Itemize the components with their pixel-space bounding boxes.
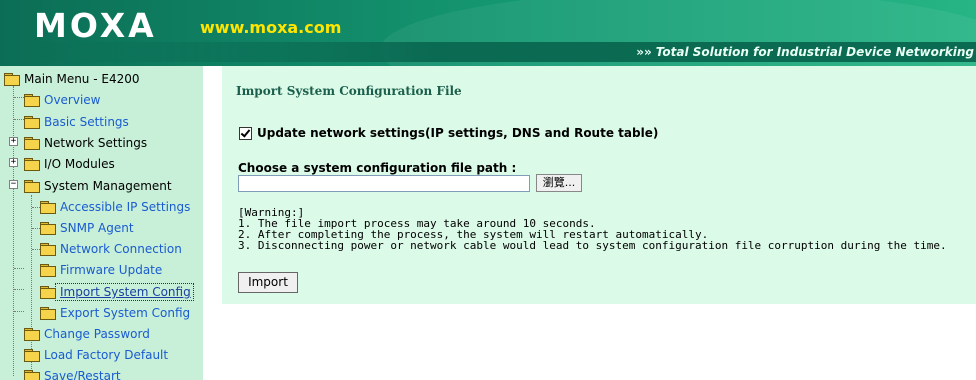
- menu-tree: Main Menu - E4200 Overview Basic Setting…: [0, 66, 203, 380]
- folder-icon: [40, 306, 56, 320]
- folder-icon: [24, 369, 40, 380]
- file-path-input[interactable]: [238, 175, 530, 192]
- browse-button[interactable]: 瀏覽...: [536, 174, 582, 192]
- site-url[interactable]: www.moxa.com: [200, 18, 341, 38]
- tagline-text: Total Solution for Industrial Device Net…: [655, 45, 974, 59]
- sidebar-item-label: Network Settings: [44, 136, 148, 150]
- sidebar-item-label: Change Password: [44, 327, 150, 341]
- expand-plus-icon[interactable]: +: [9, 158, 18, 167]
- sidebar-item-import-system-config[interactable]: Import System Config: [40, 282, 194, 302]
- page-title: Import System Configuration File: [236, 84, 462, 98]
- sidebar-item-change-password[interactable]: Change Password: [24, 324, 150, 344]
- tree-line: [14, 97, 24, 98]
- sidebar-item-overview[interactable]: Overview: [24, 90, 101, 110]
- sidebar-item-network-settings[interactable]: Network Settings: [24, 133, 147, 153]
- sidebar-item-label: Load Factory Default: [44, 348, 169, 362]
- sidebar-item-label: Export System Config: [60, 306, 191, 320]
- sidebar-item-label: Overview: [44, 93, 101, 107]
- expand-plus-icon[interactable]: +: [9, 137, 18, 146]
- menu-root[interactable]: Main Menu - E4200: [4, 69, 140, 89]
- sidebar-item-network-connection[interactable]: Network Connection: [40, 239, 182, 259]
- tree-line: [14, 268, 24, 269]
- header-banner: MOXA www.moxa.com »» Total Solution for I…: [0, 0, 976, 66]
- sidebar-item-accessible-ip-settings[interactable]: Accessible IP Settings: [40, 197, 190, 217]
- tree-line: [32, 228, 40, 229]
- sidebar-item-label: Basic Settings: [44, 115, 129, 129]
- folder-icon: [24, 327, 40, 341]
- folder-open-icon: [24, 179, 40, 193]
- tagline: »» Total Solution for Industrial Device N…: [636, 45, 974, 59]
- tree-line: [14, 289, 24, 290]
- folder-icon: [40, 242, 56, 256]
- main-content: Import System Configuration File Update …: [222, 66, 976, 380]
- collapse-minus-icon[interactable]: −: [9, 180, 18, 189]
- folder-icon: [24, 348, 40, 362]
- folder-icon: [40, 285, 56, 299]
- folder-icon: [40, 200, 56, 214]
- moxa-logo: MOXA: [34, 6, 157, 45]
- sidebar-item-label: System Management: [44, 179, 172, 193]
- folder-icon: [24, 157, 40, 171]
- sidebar-item-snmp-agent[interactable]: SNMP Agent: [40, 218, 134, 238]
- sidebar-item-label: Network Connection: [60, 242, 182, 256]
- update-network-checkbox[interactable]: [239, 126, 252, 140]
- folder-icon: [24, 115, 40, 129]
- sidebar-item-label: I/O Modules: [44, 157, 115, 171]
- sidebar-item-label: Firmware Update: [60, 263, 163, 277]
- folder-icon: [40, 221, 56, 235]
- tree-line: [13, 86, 14, 376]
- sidebar-item-label: Save/Restart: [44, 369, 121, 380]
- update-network-row: Update network settings(IP settings, DNS…: [239, 126, 658, 140]
- config-panel: Import System Configuration File Update …: [222, 66, 976, 304]
- warning-line: 3. Disconnecting power or network cable …: [238, 239, 947, 252]
- sidebar-item-save-restart[interactable]: Save/Restart: [24, 366, 121, 380]
- tree-line: [14, 311, 24, 312]
- sidebar-item-firmware-update[interactable]: Firmware Update: [40, 260, 162, 280]
- tree-line: [32, 207, 40, 208]
- sidebar-item-io-modules[interactable]: I/O Modules: [24, 154, 115, 174]
- update-network-label: Update network settings(IP settings, DNS…: [257, 126, 659, 140]
- folder-icon: [40, 263, 56, 277]
- tree-line: [32, 249, 40, 250]
- file-path-label: Choose a system configuration file path …: [238, 161, 517, 175]
- sidebar-item-label: Accessible IP Settings: [60, 200, 191, 214]
- import-button[interactable]: Import: [238, 272, 298, 293]
- folder-icon: [24, 136, 40, 150]
- folder-icon: [24, 93, 40, 107]
- warning-block: [Warning:] 1. The file import process ma…: [238, 207, 947, 251]
- sidebar-item-export-system-config[interactable]: Export System Config: [40, 303, 190, 323]
- sidebar-menu: Main Menu - E4200 Overview Basic Setting…: [0, 66, 203, 380]
- double-chevron-icon: »»: [636, 45, 652, 59]
- folder-open-icon: [4, 72, 20, 86]
- sidebar-item-label: SNMP Agent: [60, 221, 134, 235]
- sidebar-item-system-management[interactable]: System Management: [24, 176, 172, 196]
- menu-root-label: Main Menu - E4200: [24, 72, 140, 86]
- sidebar-item-label: Import System Config: [55, 283, 194, 301]
- tree-line: [14, 119, 24, 120]
- sidebar-item-load-factory-default[interactable]: Load Factory Default: [24, 345, 168, 365]
- sidebar-item-basic-settings[interactable]: Basic Settings: [24, 112, 129, 132]
